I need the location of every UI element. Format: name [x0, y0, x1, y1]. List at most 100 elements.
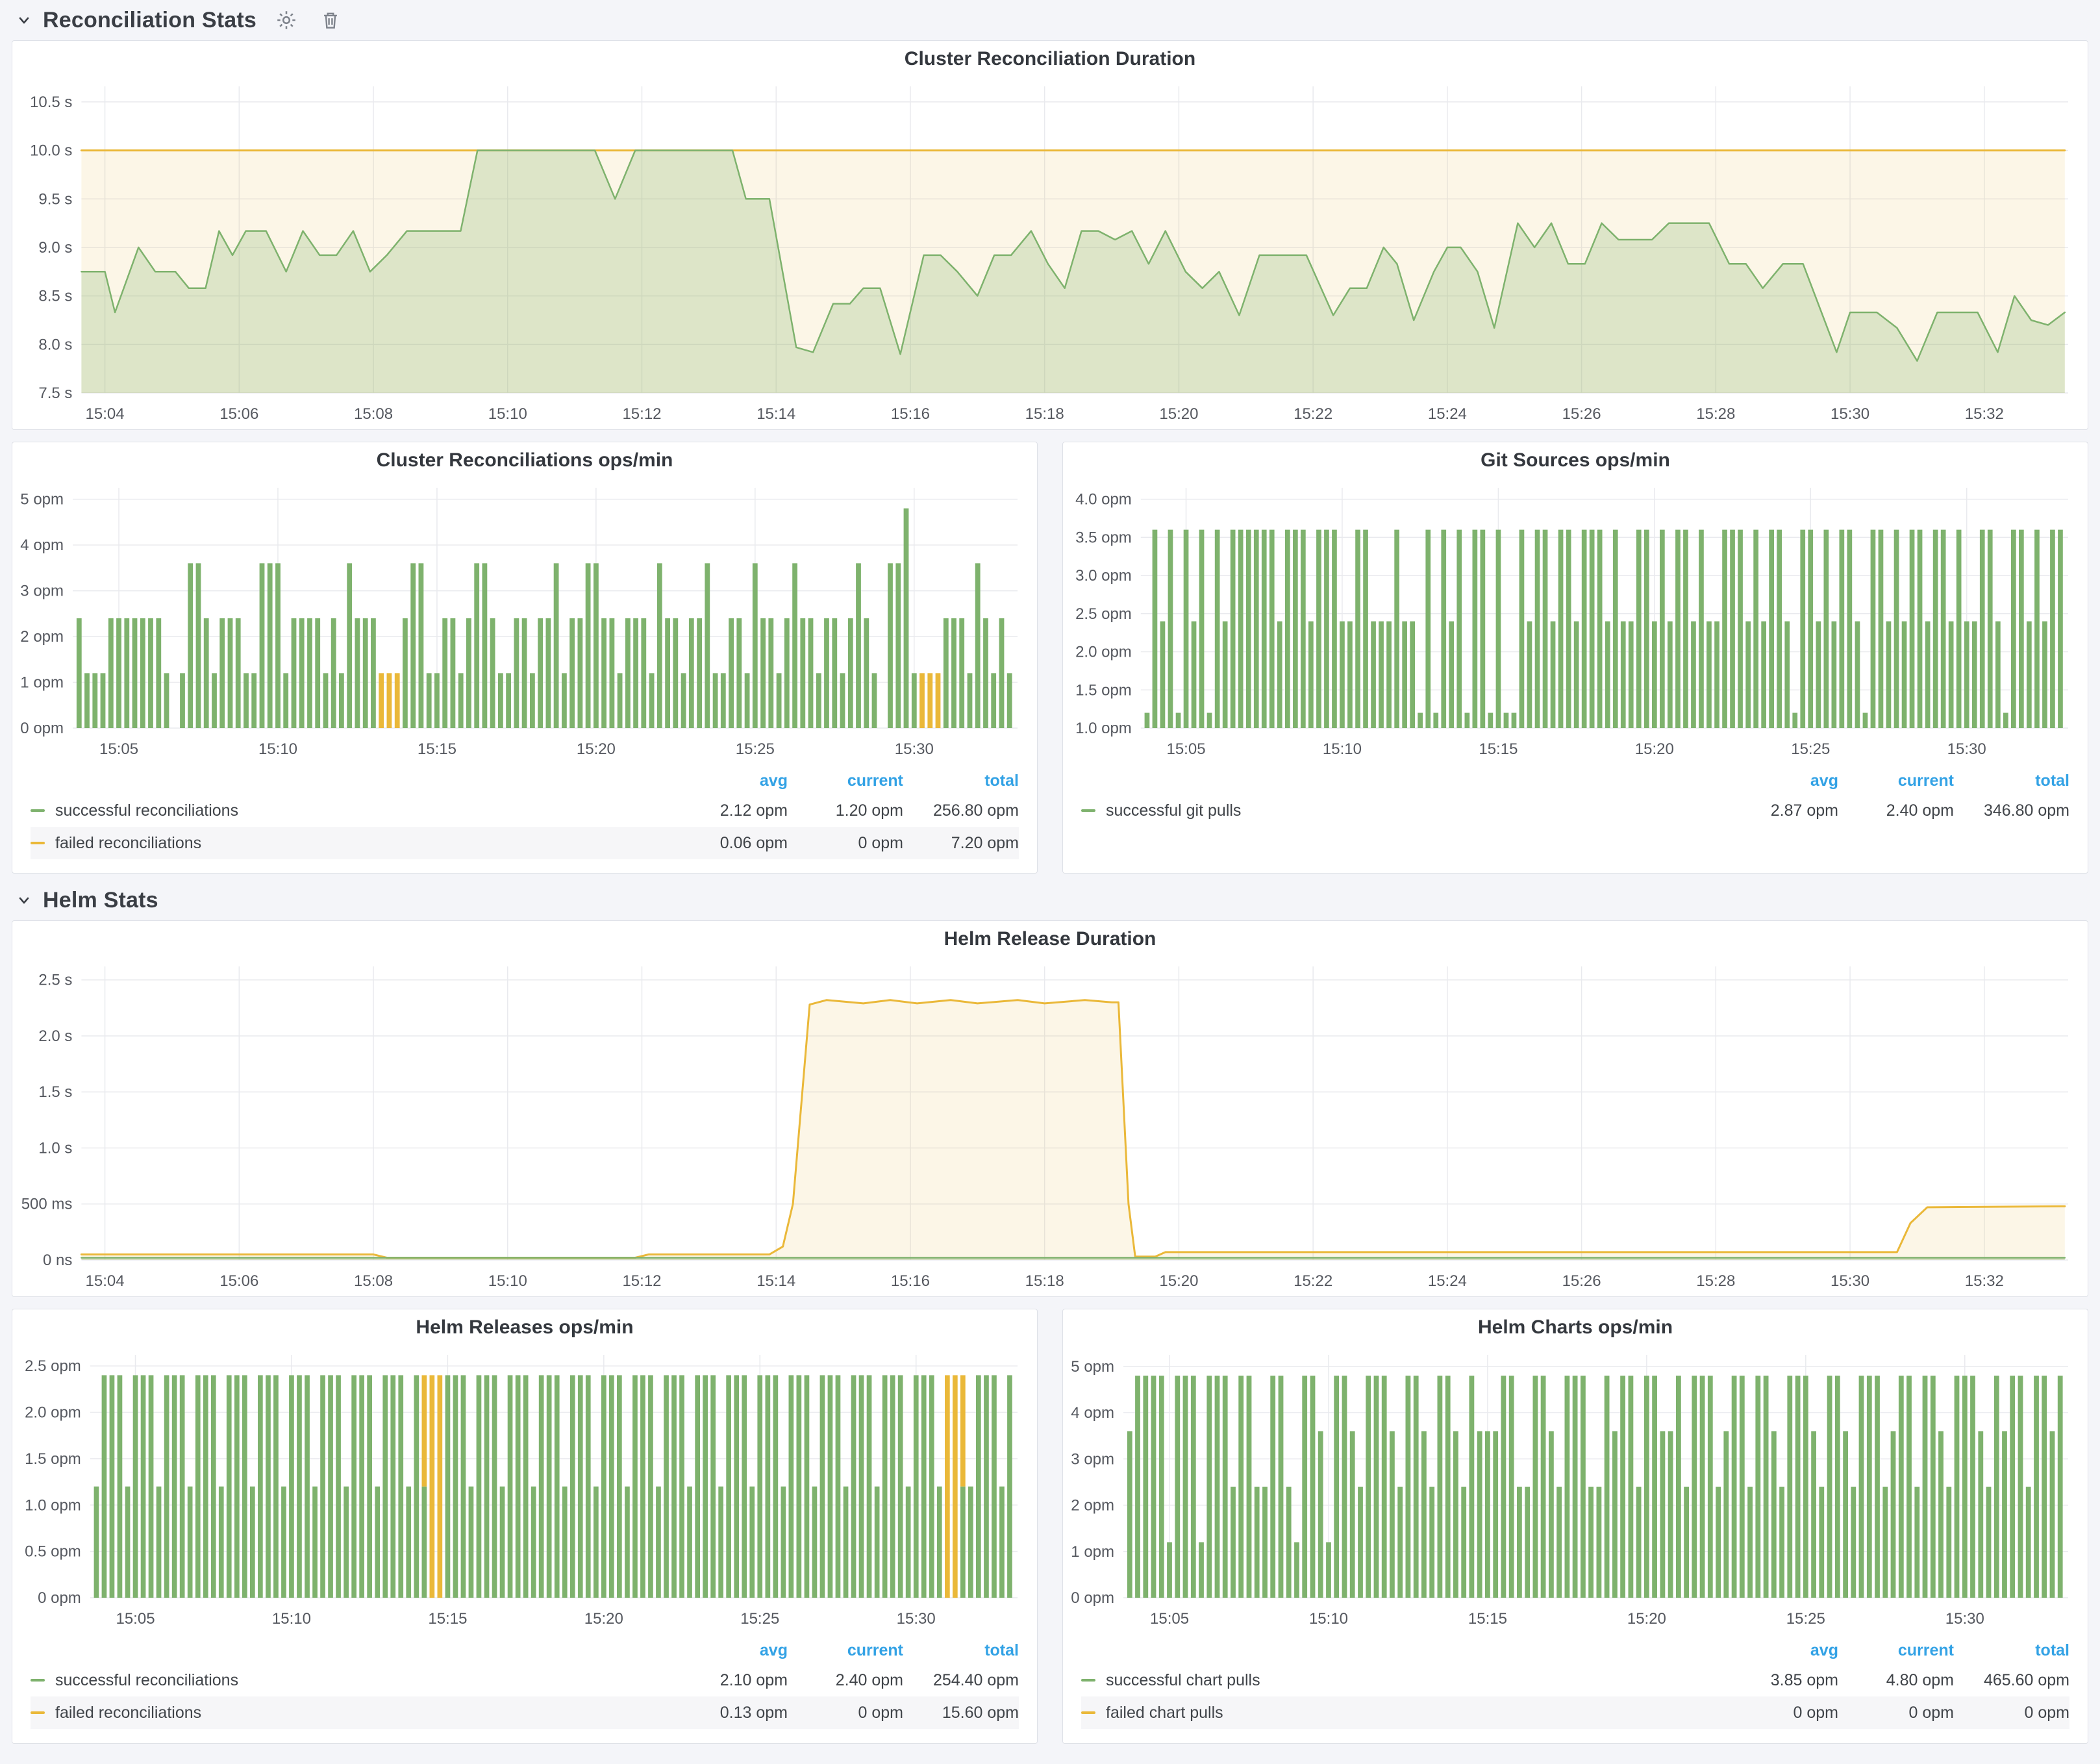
chart-canvas[interactable]: 0 ns500 ms1.0 s1.5 s2.0 s2.5 s15:0415:06… — [12, 957, 2088, 1296]
legend-series-toggle[interactable]: successful reconciliations — [31, 801, 672, 820]
panel-title[interactable]: Cluster Reconciliations ops/min — [12, 442, 1037, 479]
legend-series-label: successful reconciliations — [55, 801, 238, 820]
x-axis-tick-label: 15:10 — [258, 740, 297, 758]
legend-value-avg: 0.13 opm — [672, 1704, 788, 1722]
legend-column-current[interactable]: current — [788, 772, 903, 790]
x-axis-tick-label: 15:26 — [1562, 1272, 1601, 1290]
chart-cluster-reconciliations-opm[interactable]: 0 opm1 opm2 opm3 opm4 opm5 opm15:0515:10… — [12, 479, 1037, 764]
x-axis-tick-label: 15:18 — [1025, 1272, 1064, 1290]
x-axis-tick-label: 15:08 — [354, 405, 393, 423]
legend-column-current[interactable]: current — [1838, 772, 1954, 790]
x-axis-tick-label: 15:10 — [272, 1610, 311, 1628]
gear-icon[interactable] — [272, 6, 301, 34]
legend-series-toggle[interactable]: failed chart pulls — [1081, 1704, 1723, 1722]
y-axis-tick-label: 3 opm — [1071, 1450, 1114, 1468]
chart-cluster-reconciliation-duration[interactable]: 7.5 s8.0 s8.5 s9.0 s9.5 s10.0 s10.5 s15:… — [12, 77, 2088, 429]
x-axis-tick-label: 15:15 — [418, 740, 456, 758]
x-axis-tick-label: 15:10 — [1323, 740, 1362, 758]
legend-column-total[interactable]: total — [903, 1641, 1019, 1660]
x-axis-tick-label: 15:20 — [577, 740, 616, 758]
legend-column-avg[interactable]: avg — [672, 772, 788, 790]
chart-helm-releases-opm[interactable]: 0 opm0.5 opm1.0 opm1.5 opm2.0 opm2.5 opm… — [12, 1346, 1037, 1634]
legend-value-avg: 2.10 opm — [672, 1671, 788, 1690]
series-color-marker — [31, 809, 45, 812]
chart-canvas[interactable]: 1.0 opm1.5 opm2.0 opm2.5 opm3.0 opm3.5 o… — [1063, 479, 2088, 764]
x-axis-tick-label: 15:22 — [1294, 1272, 1332, 1290]
legend-series-toggle[interactable]: successful git pulls — [1081, 801, 1723, 820]
y-axis-tick-label: 3.0 opm — [1075, 567, 1132, 585]
dashboard: Reconciliation Stats Cluster Reconciliat… — [0, 0, 2100, 1744]
legend-header-row: avgcurrenttotal — [31, 1637, 1019, 1664]
x-axis-tick-label: 15:30 — [1831, 1272, 1869, 1290]
x-axis-tick-label: 15:05 — [1166, 740, 1205, 758]
panel-cluster-reconciliations-opm: Cluster Reconciliations ops/min 0 opm1 o… — [12, 442, 1038, 874]
x-axis-tick-label: 15:26 — [1562, 405, 1601, 423]
chart-canvas[interactable]: 0 opm0.5 opm1.0 opm1.5 opm2.0 opm2.5 opm… — [12, 1346, 1037, 1634]
legend-series-toggle[interactable]: successful reconciliations — [31, 1671, 672, 1690]
section-header-reconciliation-stats[interactable]: Reconciliation Stats — [12, 0, 2088, 40]
legend-row: successful chart pulls3.85 opm4.80 opm46… — [1081, 1664, 2069, 1696]
x-axis-tick-label: 15:16 — [891, 405, 930, 423]
panel-title[interactable]: Helm Releases ops/min — [12, 1309, 1037, 1346]
chart-helm-release-duration[interactable]: 0 ns500 ms1.0 s1.5 s2.0 s2.5 s15:0415:06… — [12, 957, 2088, 1296]
legend-column-avg[interactable]: avg — [672, 1641, 788, 1660]
panel-helm-charts-opm: Helm Charts ops/min 0 opm1 opm2 opm3 opm… — [1062, 1309, 2088, 1744]
y-axis-tick-label: 0.5 opm — [25, 1543, 81, 1561]
chart-git-sources-opm[interactable]: 1.0 opm1.5 opm2.0 opm2.5 opm3.0 opm3.5 o… — [1063, 479, 2088, 764]
legend-value-total: 0 opm — [1954, 1704, 2069, 1722]
y-axis-tick-label: 2.0 opm — [1075, 644, 1132, 661]
series-color-marker — [31, 842, 45, 844]
legend-column-total[interactable]: total — [903, 772, 1019, 790]
y-axis-tick-label: 0 opm — [38, 1589, 81, 1607]
x-axis-tick-label: 15:05 — [1150, 1610, 1189, 1628]
legend-column-total[interactable]: total — [1954, 772, 2069, 790]
legend-column-current[interactable]: current — [788, 1641, 903, 1660]
x-axis-tick-label: 15:20 — [1159, 405, 1198, 423]
legend-column-total[interactable]: total — [1954, 1641, 2069, 1660]
panel-title[interactable]: Helm Release Duration — [12, 921, 2088, 957]
legend-column-avg[interactable]: avg — [1723, 772, 1838, 790]
legend-series-toggle[interactable]: failed reconciliations — [31, 834, 672, 853]
y-axis-tick-label: 1.5 s — [38, 1083, 72, 1101]
legend-series-toggle[interactable]: successful chart pulls — [1081, 1671, 1723, 1690]
legend-column-avg[interactable]: avg — [1723, 1641, 1838, 1660]
legend-header-row: avgcurrenttotal — [1081, 1637, 2069, 1664]
legend-cluster-reconciliations: avgcurrenttotalsuccessful reconciliation… — [12, 764, 1037, 859]
section-header-helm-stats[interactable]: Helm Stats — [12, 880, 2088, 920]
x-axis-tick-label: 15:30 — [1945, 1610, 1984, 1628]
x-axis-tick-label: 15:24 — [1428, 405, 1467, 423]
x-axis-tick-label: 15:12 — [622, 1272, 661, 1290]
y-axis-tick-label: 4 opm — [1071, 1404, 1114, 1422]
panel-title[interactable]: Cluster Reconciliation Duration — [12, 41, 2088, 77]
x-axis-tick-label: 15:20 — [1159, 1272, 1198, 1290]
legend-series-toggle[interactable]: failed reconciliations — [31, 1704, 672, 1722]
x-axis-tick-label: 15:25 — [736, 740, 775, 758]
y-axis-tick-label: 2.0 opm — [25, 1404, 81, 1422]
legend-row: failed chart pulls0 opm0 opm0 opm — [1081, 1696, 2069, 1729]
panel-title[interactable]: Helm Charts ops/min — [1063, 1309, 2088, 1346]
chart-canvas[interactable]: 0 opm1 opm2 opm3 opm4 opm5 opm15:0515:10… — [1063, 1346, 2088, 1634]
trash-icon[interactable] — [316, 6, 345, 34]
legend-series-label: successful reconciliations — [55, 1671, 238, 1690]
legend-column-current[interactable]: current — [1838, 1641, 1954, 1660]
panel-title[interactable]: Git Sources ops/min — [1063, 442, 2088, 479]
chart-canvas[interactable]: 7.5 s8.0 s8.5 s9.0 s9.5 s10.0 s10.5 s15:… — [12, 77, 2088, 429]
legend-value-total: 15.60 opm — [903, 1704, 1019, 1722]
x-axis-tick-label: 15:30 — [1831, 405, 1869, 423]
y-axis-tick-label: 3 opm — [20, 583, 64, 600]
x-axis-tick-label: 15:05 — [99, 740, 138, 758]
legend-helm-releases: avgcurrenttotal successful reconciliation… — [12, 1634, 1037, 1729]
section-title: Reconciliation Stats — [43, 8, 256, 33]
y-axis-tick-label: 500 ms — [21, 1196, 73, 1213]
x-axis-tick-label: 15:06 — [219, 1272, 258, 1290]
chart-helm-charts-opm[interactable]: 0 opm1 opm2 opm3 opm4 opm5 opm15:0515:10… — [1063, 1346, 2088, 1634]
legend-value-current: 0 opm — [788, 1704, 903, 1722]
chart-canvas[interactable]: 0 opm1 opm2 opm3 opm4 opm5 opm15:0515:10… — [12, 479, 1037, 764]
legend-row: successful reconciliations2.12 opm1.20 o… — [31, 794, 1019, 827]
series-color-marker — [1081, 809, 1095, 812]
legend-value-total: 254.40 opm — [903, 1671, 1019, 1690]
legend-header-row: avgcurrenttotal — [31, 767, 1019, 794]
y-axis-tick-label: 8.5 s — [38, 287, 72, 305]
legend-value-total: 256.80 opm — [903, 801, 1019, 820]
y-axis-tick-label: 3.5 opm — [1075, 529, 1132, 546]
